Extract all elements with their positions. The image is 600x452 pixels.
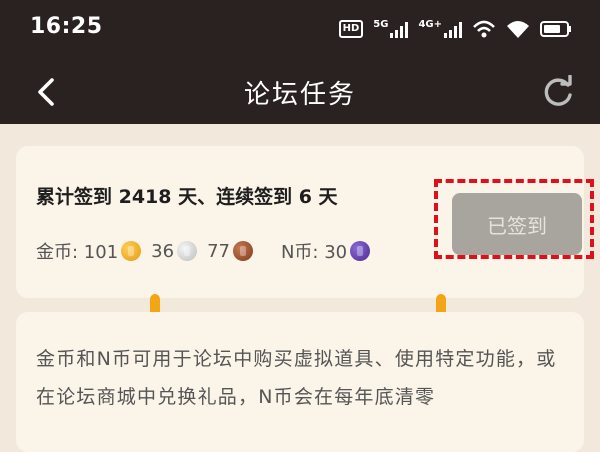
signal-4g-icon: 4G+ [418, 20, 462, 38]
gold-coin-label: 金币: 101 [36, 242, 119, 263]
gold-coin-icon [121, 241, 142, 261]
battery-icon [540, 21, 571, 37]
info-card: 金币和N币可用于论坛中购买虚拟道具、使用特定功能，或在论坛商城中兑换礼品，N币会… [16, 312, 584, 452]
status-icons: HD 5G 4G+ [338, 14, 572, 44]
status-time: 16:25 [30, 14, 103, 39]
signin-card: 累计签到 2418 天、连续签到 6 天 金币: 101 36 77 N币: 3… [16, 146, 594, 298]
status-bar: 16:25 HD 5G 4G+ [0, 0, 600, 60]
refresh-button[interactable] [538, 72, 578, 112]
signal-5g-icon: 5G [373, 19, 409, 38]
info-text: 金币和N币可用于论坛中购买虚拟道具、使用特定功能，或在论坛商城中兑换礼品，N币会… [36, 348, 557, 408]
hotspot-icon [473, 20, 495, 38]
signed-in-button[interactable]: 已签到 [452, 193, 582, 255]
hd-icon: HD [338, 20, 364, 38]
wifi-icon [507, 21, 529, 38]
n-coin-label: N币: 30 [280, 242, 348, 263]
signal-5g-label: 5G [373, 19, 389, 30]
n-coin-icon [350, 241, 371, 261]
bronze-coin-icon [232, 241, 253, 261]
page-title: 论坛任务 [243, 80, 356, 110]
content-area: 累计签到 2418 天、连续签到 6 天 金币: 101 36 77 N币: 3… [0, 124, 600, 452]
coin-balance-row: 金币: 101 36 77 N币: 30 [36, 238, 380, 264]
refresh-icon [544, 75, 572, 106]
nav-bar: 论坛任务 [0, 60, 600, 124]
silver-coin-value: 36 [151, 240, 175, 262]
signed-highlight: 已签到 [434, 179, 594, 259]
signin-summary: 累计签到 2418 天、连续签到 6 天 [36, 186, 338, 208]
bronze-coin-value: 77 [207, 240, 230, 262]
signal-4g-label: 4G+ [418, 19, 442, 30]
silver-coin-icon [177, 241, 198, 261]
